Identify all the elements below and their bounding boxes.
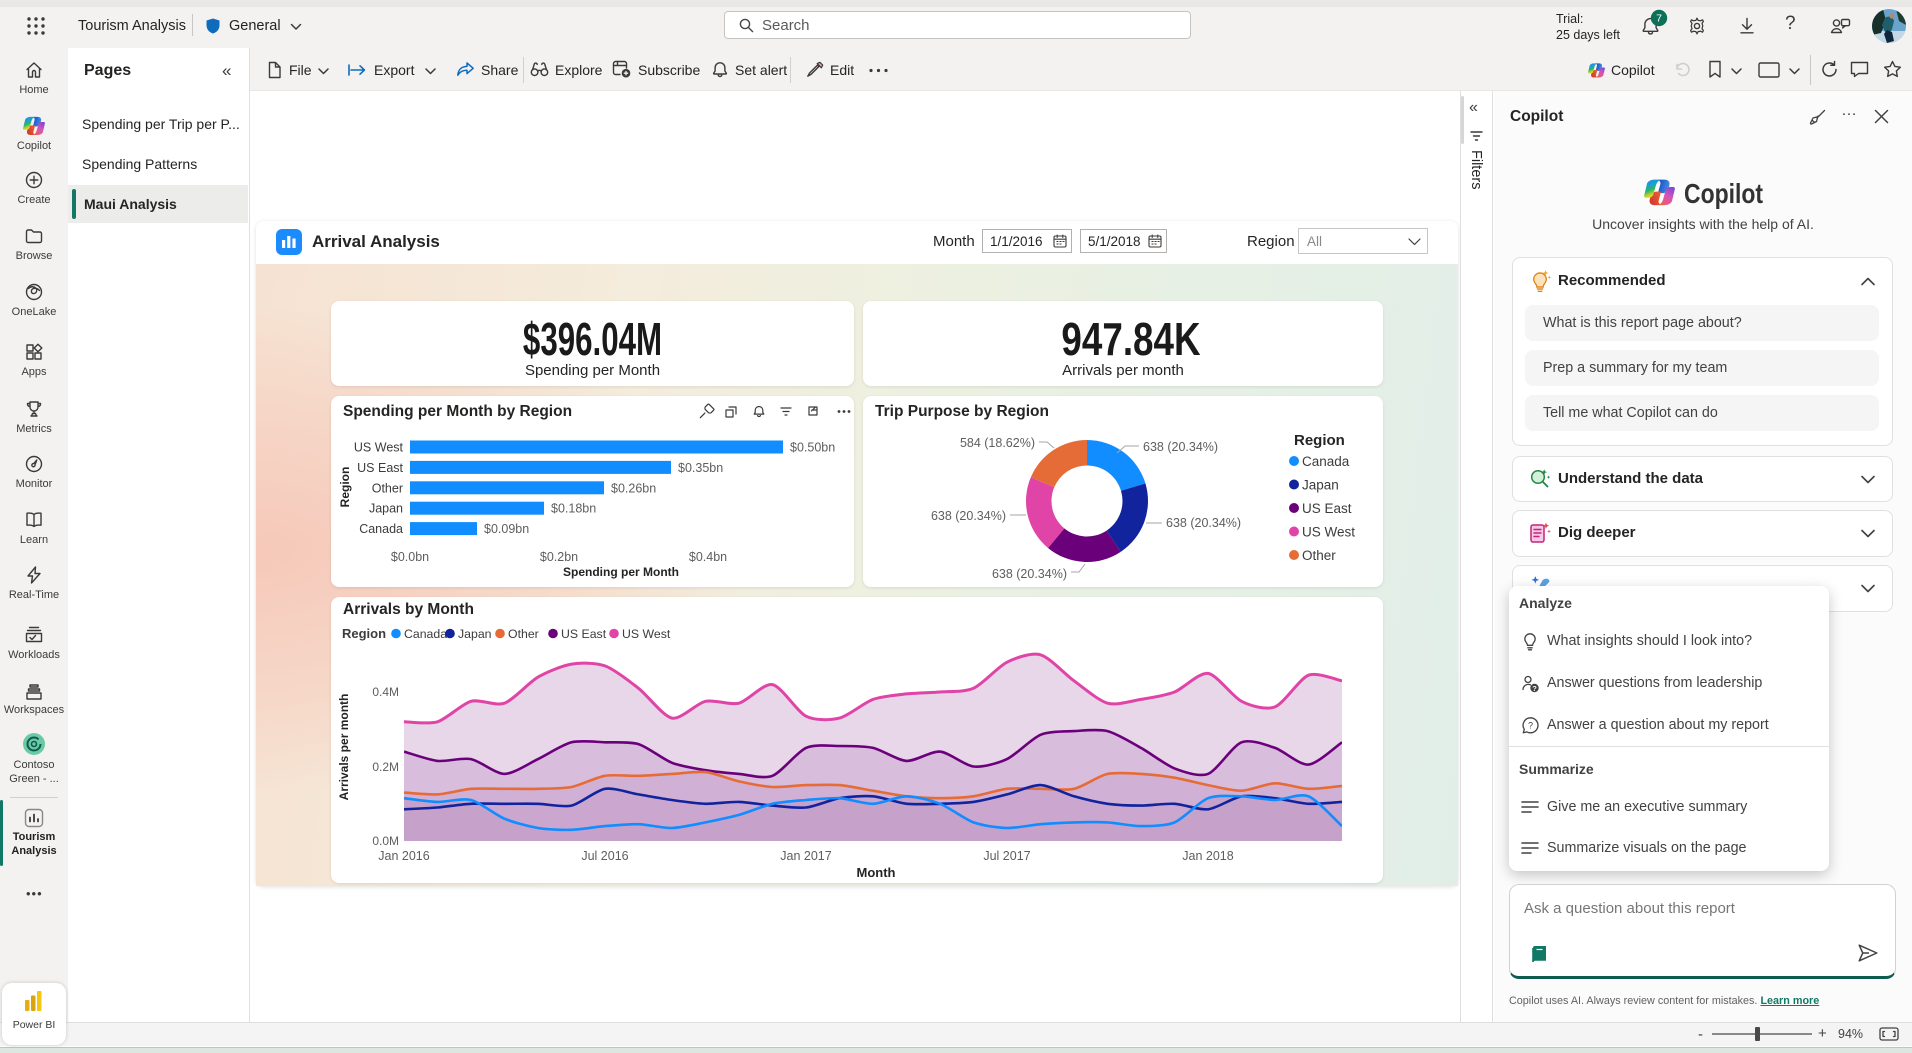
svg-text:0.0M: 0.0M: [372, 834, 399, 848]
svg-text:Canada: Canada: [404, 627, 447, 641]
svg-text:Arrivals per month: Arrivals per month: [337, 694, 351, 801]
svg-text:US West: US West: [1302, 525, 1355, 540]
svg-text:Japan: Japan: [369, 502, 403, 516]
svg-text:Spending per Month: Spending per Month: [563, 565, 679, 579]
svg-text:$0.4bn: $0.4bn: [689, 550, 727, 564]
svg-text:$0.50bn: $0.50bn: [790, 441, 835, 455]
svg-text:US East: US East: [561, 627, 607, 641]
svg-text:Other: Other: [372, 481, 403, 495]
svg-text:$0.2bn: $0.2bn: [540, 550, 578, 564]
svg-text:Other: Other: [1302, 548, 1336, 563]
svg-text:Month: Month: [857, 865, 896, 880]
svg-text:?: ?: [1532, 684, 1537, 693]
svg-text:638 (20.34%): 638 (20.34%): [1143, 440, 1218, 454]
svg-text:$0.0bn: $0.0bn: [391, 550, 429, 564]
svg-text:Canada: Canada: [1302, 454, 1350, 469]
svg-text:Jan 2016: Jan 2016: [378, 849, 429, 863]
svg-text:$0.35bn: $0.35bn: [678, 461, 723, 475]
svg-text:Spending per Month by Region: Spending per Month by Region: [343, 403, 572, 420]
svg-text:Jul 2016: Jul 2016: [581, 849, 628, 863]
svg-text:?: ?: [1528, 721, 1533, 731]
svg-text:584 (18.62%): 584 (18.62%): [960, 436, 1035, 450]
svg-text:Region: Region: [342, 626, 386, 641]
svg-text:Trip Purpose by Region: Trip Purpose by Region: [875, 403, 1049, 420]
svg-text:$0.09bn: $0.09bn: [484, 522, 529, 536]
svg-text:$0.18bn: $0.18bn: [551, 502, 596, 516]
svg-text:Jan 2018: Jan 2018: [1182, 849, 1233, 863]
svg-text:US West: US West: [354, 441, 404, 455]
svg-text:Jan 2017: Jan 2017: [780, 849, 831, 863]
svg-text:US West: US West: [622, 627, 671, 641]
svg-text:Other: Other: [508, 627, 539, 641]
svg-text:Jul 2017: Jul 2017: [983, 849, 1030, 863]
svg-text:638 (20.34%): 638 (20.34%): [992, 567, 1067, 581]
svg-text:Region: Region: [1294, 432, 1345, 449]
svg-text:Japan: Japan: [458, 627, 492, 641]
svg-text:Canada: Canada: [359, 522, 403, 536]
svg-text:Arrivals by Month: Arrivals by Month: [343, 601, 474, 618]
svg-text:Region: Region: [338, 467, 352, 508]
svg-text:0.2M: 0.2M: [372, 760, 399, 774]
svg-text:$0.26bn: $0.26bn: [611, 481, 656, 495]
svg-text:US East: US East: [357, 461, 403, 475]
svg-text:638 (20.34%): 638 (20.34%): [931, 509, 1006, 523]
svg-text:Japan: Japan: [1302, 478, 1339, 493]
svg-text:US East: US East: [1302, 501, 1352, 516]
svg-text:638 (20.34%): 638 (20.34%): [1166, 516, 1241, 530]
svg-text:7: 7: [1656, 13, 1662, 25]
svg-text:0.4M: 0.4M: [372, 685, 399, 699]
